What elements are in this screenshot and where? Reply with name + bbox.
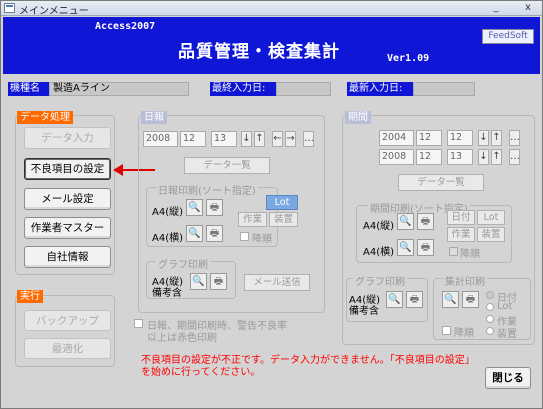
close-window-button[interactable]: x [519,2,537,14]
print-icon[interactable]: 🖶 [206,199,223,216]
daily-a4l-label: A4(横) [152,233,184,244]
preview-icon[interactable]: 🔍 [386,291,403,308]
period-from-day[interactable]: 12 [447,130,473,146]
daily-month-field[interactable]: 12 [180,131,206,147]
daily-desc-label: 降順 [252,234,272,245]
daily-a4p-label: A4(縦) [152,207,184,218]
print-icon[interactable]: 🖶 [210,273,227,290]
period-a4l-label: A4(横) [363,247,395,258]
agg-radio-device[interactable] [486,327,494,335]
latest-input-label: 最新入力日: [347,82,413,96]
preview-icon[interactable]: 🔍 [397,239,414,256]
backup-button[interactable]: バックアップ [24,310,111,331]
period-section-title: 期間 [345,111,371,124]
period-view-button[interactable]: データ一覧 [398,174,484,191]
period-desc-label: 降順 [460,249,480,260]
sort-lot-toggle[interactable]: Lot [266,195,298,210]
print-icon[interactable]: 🖶 [417,213,434,230]
preview-icon[interactable]: 🔍 [397,213,414,230]
daily-view-button[interactable]: データ一覧 [184,157,270,174]
preview-icon[interactable]: 🔍 [186,199,203,216]
mail-settings-button[interactable]: メール設定 [24,188,111,210]
prev-arrow-icon[interactable]: ← [272,131,283,147]
app-icon [4,3,15,13]
page-title: 品質管理・検査集計 [178,42,340,62]
warning-message: 不良項目の設定が不正です。データ入力ができません。「不良項目の設定」を始めに行っ… [141,355,475,378]
last-input-label: 最終入力日: [210,82,276,96]
period-a4p-label: A4(縦) [363,221,395,232]
agg-radio-work[interactable] [486,315,494,323]
print-icon[interactable]: 🖶 [406,291,423,308]
period-desc-checkbox[interactable] [449,247,458,256]
sort-device-toggle[interactable]: 装置 [269,212,298,227]
daily-desc-checkbox[interactable] [240,232,249,241]
red-print-checkbox[interactable] [134,319,143,328]
down-arrow-icon[interactable]: ↓ [241,131,252,147]
preview-icon[interactable]: 🔍 [190,273,207,290]
minimize-button[interactable]: _ [487,2,505,14]
sort-lot-toggle[interactable]: Lot [477,210,505,225]
daily-graph-title: グラフ印刷 [156,256,210,271]
down-arrow-icon[interactable]: ↓ [478,130,489,146]
preview-icon[interactable]: 🔍 [442,291,459,308]
title-bar: メインメニュー _ x [1,1,542,17]
calendar-button[interactable]: … [509,149,520,165]
version-label: Ver1.09 [387,53,430,64]
calendar-button[interactable]: … [509,130,520,146]
calendar-button[interactable]: … [303,131,314,147]
data-entry-button[interactable]: データ入力 [24,127,111,149]
agg-radio-lot[interactable] [486,303,494,311]
period-graph-title: グラフ印刷 [353,273,407,288]
data-section-title: データ処理 [17,111,73,124]
period-from-month[interactable]: 12 [416,130,442,146]
daily-year-field[interactable]: 2008 [143,131,178,147]
main-menu-window: メインメニュー _ x Access2007 品質管理・検査集計 Ver1.09… [0,0,543,409]
worker-master-button[interactable]: 作業者マスター [24,217,111,239]
up-arrow-icon[interactable]: ↑ [491,149,502,165]
daily-section-title: 日報 [141,111,167,124]
period-to-year[interactable]: 2008 [379,149,414,165]
optimize-button[interactable]: 最適化 [24,338,111,359]
defect-settings-button[interactable]: 不良項目の設定 [24,158,111,180]
agg-desc-label: 降順 [454,328,474,339]
period-from-year[interactable]: 2004 [379,130,414,146]
sort-work-toggle[interactable]: 作業 [447,227,475,242]
red-print-line2: 以上は赤色印刷 [147,333,217,344]
print-icon[interactable]: 🖶 [417,239,434,256]
preview-icon[interactable]: 🔍 [186,225,203,242]
last-input-field [276,82,331,96]
period-to-day[interactable]: 13 [447,149,473,165]
sort-work-toggle[interactable]: 作業 [238,212,267,227]
latest-input-field [413,82,475,96]
agg-opt-device: 装置 [497,329,517,340]
print-icon[interactable]: 🖶 [462,291,479,308]
down-arrow-icon[interactable]: ↓ [478,149,489,165]
print-icon[interactable]: 🖶 [206,225,223,242]
model-label: 機種名 [8,82,49,96]
sort-device-toggle[interactable]: 装置 [477,227,505,242]
feedsoft-logo: FeedSoft [482,29,534,44]
agg-radio-date[interactable] [486,291,494,299]
daily-print-title: 日報印刷(ソート指定) [156,182,258,197]
agg-title: 集計印刷 [443,273,487,288]
period-graph-note: 備考含 [349,306,379,317]
sort-date-toggle[interactable]: 日付 [447,210,475,225]
daily-graph-note: 備考含 [152,288,182,299]
exec-section-title: 実行 [17,290,43,303]
agg-opt-lot: Lot [497,301,513,312]
header-banner: Access2007 品質管理・検査集計 Ver1.09 FeedSoft [3,17,540,74]
close-button[interactable]: 閉じる [485,367,531,389]
window-title: メインメニュー [19,6,89,17]
period-to-month[interactable]: 12 [416,149,442,165]
next-arrow-icon[interactable]: → [285,131,296,147]
model-field: 製造Aライン [49,82,189,96]
daily-day-field[interactable]: 13 [211,131,237,147]
up-arrow-icon[interactable]: ↑ [254,131,265,147]
company-info-button[interactable]: 自社情報 [24,246,111,268]
send-mail-button[interactable]: メール送信 [244,274,310,291]
app-name: Access2007 [95,21,156,32]
up-arrow-icon[interactable]: ↑ [491,130,502,146]
agg-desc-checkbox[interactable] [442,326,451,335]
